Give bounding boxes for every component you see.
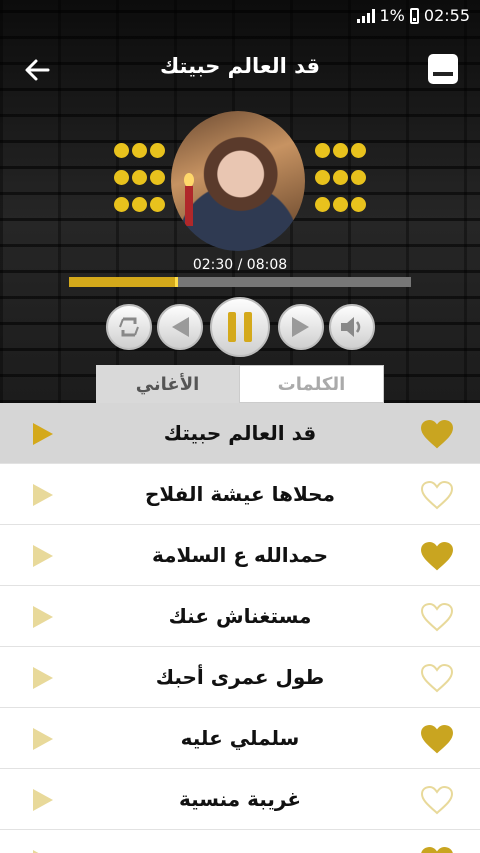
heart-icon[interactable] xyxy=(420,602,454,632)
play-icon[interactable] xyxy=(32,727,54,751)
song-name xyxy=(70,830,410,853)
volume-button[interactable] xyxy=(329,304,375,350)
play-icon[interactable] xyxy=(32,605,54,629)
tab-lyrics[interactable]: الكلمات xyxy=(239,365,384,403)
play-icon[interactable] xyxy=(32,666,54,690)
song-name: طول عمرى أحبك xyxy=(155,665,325,689)
arrow-left-icon xyxy=(25,59,50,81)
play-icon[interactable] xyxy=(32,788,54,812)
heart-icon[interactable] xyxy=(420,663,454,693)
heart-icon[interactable] xyxy=(420,846,454,853)
status-bar: 1% 02:55 xyxy=(0,0,480,34)
heart-icon[interactable] xyxy=(420,785,454,815)
list-item[interactable]: حمدالله ع السلامة xyxy=(0,525,480,586)
song-name: سلملي عليه xyxy=(180,726,300,750)
right-dots-decoration xyxy=(315,143,369,212)
battery-icon xyxy=(409,7,419,24)
heart-icon[interactable] xyxy=(420,541,454,571)
left-dots-decoration xyxy=(114,143,168,212)
play-icon[interactable] xyxy=(32,483,54,507)
list-item[interactable]: طول عمرى أحبك xyxy=(0,647,480,708)
song-name: مستغناش عنك xyxy=(168,604,312,628)
app-bar: قد العالم حبيتك xyxy=(0,46,480,94)
previous-button[interactable] xyxy=(157,304,203,350)
heart-icon[interactable] xyxy=(420,480,454,510)
song-name: حمدالله ع السلامة xyxy=(151,543,329,567)
repeat-button[interactable] xyxy=(106,304,152,350)
song-name: غريبة منسية xyxy=(178,787,302,811)
heart-icon[interactable] xyxy=(420,419,454,449)
pause-button[interactable] xyxy=(210,297,270,357)
menu-button[interactable] xyxy=(428,54,458,84)
signal-icon xyxy=(356,8,375,23)
volume-icon xyxy=(341,317,361,337)
play-icon[interactable] xyxy=(32,544,54,568)
list-item[interactable]: مستغناش عنك xyxy=(0,586,480,647)
battery-percent: 1% xyxy=(379,6,405,25)
list-item[interactable]: محلاها عيشة الفلاح xyxy=(0,464,480,525)
song-name: قد العالم حبيتك xyxy=(163,421,317,445)
song-list: قد العالم حبيتك محلاها عيشة الفلاح حمدالله… xyxy=(0,403,480,853)
previous-icon xyxy=(172,317,189,337)
tab-bar: الأغاني الكلمات xyxy=(96,365,384,403)
list-item[interactable] xyxy=(0,830,480,853)
song-name: محلاها عيشة الفلاح xyxy=(145,482,335,506)
next-button[interactable] xyxy=(278,304,324,350)
player-header: 1% 02:55 قد العالم حبيتك 02:30 / 08:08 ا… xyxy=(0,0,480,403)
pause-icon xyxy=(228,312,252,342)
time-display: 02:30 / 08:08 xyxy=(192,257,288,273)
list-item[interactable]: غريبة منسية xyxy=(0,769,480,830)
play-icon[interactable] xyxy=(32,422,54,446)
heart-icon[interactable] xyxy=(420,724,454,754)
album-art xyxy=(171,111,305,251)
repeat-icon xyxy=(119,317,139,337)
song-title: قد العالم حبيتك xyxy=(159,54,321,78)
play-icon[interactable] xyxy=(32,849,54,853)
next-icon xyxy=(292,317,309,337)
seek-bar-fill xyxy=(69,277,179,287)
seek-bar[interactable] xyxy=(69,277,411,287)
list-item[interactable]: سلملي عليه xyxy=(0,708,480,769)
tab-songs[interactable]: الأغاني xyxy=(96,365,239,403)
back-button[interactable] xyxy=(18,50,58,90)
status-time: 02:55 xyxy=(423,6,470,25)
list-item[interactable]: قد العالم حبيتك xyxy=(0,403,480,464)
